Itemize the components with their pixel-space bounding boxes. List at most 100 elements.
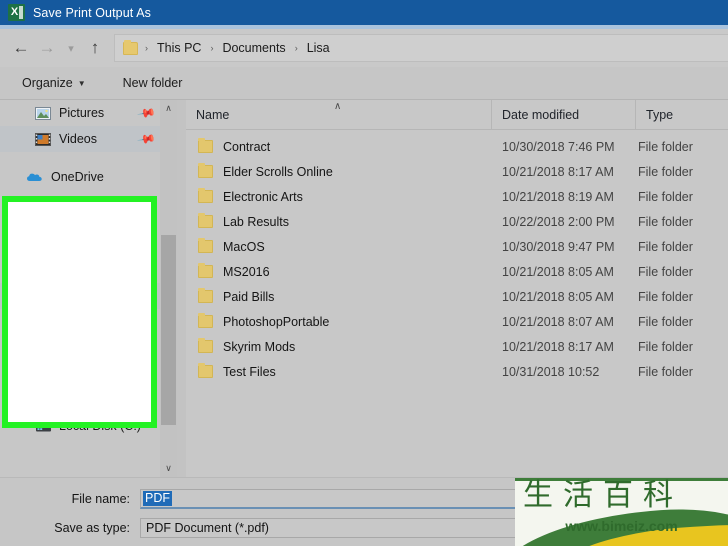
folder-icon bbox=[198, 263, 213, 278]
file-name-label: Paid Bills bbox=[223, 289, 275, 304]
folder-icon bbox=[198, 338, 213, 353]
sidebar-item-videos-quick[interactable]: Videos 📌 bbox=[0, 126, 176, 152]
folder-icon bbox=[198, 138, 213, 153]
dialog-footer: File name: PDF Save as type: PDF Documen… bbox=[0, 477, 728, 546]
file-name-cell: MacOS bbox=[186, 238, 492, 254]
title-bar: X Save Print Output As bbox=[0, 0, 728, 25]
sidebar-item-label: Pictures bbox=[59, 106, 105, 120]
file-date-cell: 10/21/2018 8:17 AM bbox=[502, 164, 614, 179]
chevron-down-icon[interactable]: ▾ bbox=[60, 33, 82, 63]
file-name-cell: Lab Results bbox=[186, 213, 492, 229]
breadcrumb-separator: › bbox=[145, 43, 148, 53]
file-date-cell: 10/31/2018 10:52 bbox=[502, 364, 600, 379]
table-row[interactable]: Paid Bills 10/21/2018 8:05 AM File folde… bbox=[186, 284, 728, 309]
table-row[interactable]: MacOS 10/30/2018 9:47 PM File folder bbox=[186, 234, 728, 259]
file-type-cell: File folder bbox=[638, 239, 693, 254]
up-arrow-icon[interactable]: ↑ bbox=[82, 33, 108, 63]
pictures-icon bbox=[34, 105, 52, 121]
save-as-type-value: PDF Document (*.pdf) bbox=[146, 521, 269, 535]
file-date-cell: 10/30/2018 9:47 PM bbox=[502, 239, 615, 254]
folder-icon bbox=[198, 238, 213, 253]
breadcrumb-separator: › bbox=[294, 43, 298, 53]
file-date-cell: 10/22/2018 2:00 PM bbox=[502, 214, 615, 229]
file-date-cell: 10/21/2018 8:07 AM bbox=[502, 314, 614, 329]
file-list-pane: ∧ Name Date modified Type Contract 10/30… bbox=[186, 99, 728, 477]
file-name-label: Lab Results bbox=[223, 214, 290, 229]
sidebar-item-onedrive[interactable]: OneDrive bbox=[0, 164, 176, 190]
new-folder-label: New folder bbox=[122, 76, 183, 90]
file-name-cell: Contract bbox=[186, 138, 492, 154]
file-date-cell: 10/21/2018 8:19 AM bbox=[502, 189, 614, 204]
file-type-cell: File folder bbox=[638, 264, 693, 279]
organize-label: Organize bbox=[22, 76, 73, 90]
file-name-input[interactable]: PDF bbox=[140, 489, 645, 509]
table-row[interactable]: Lab Results 10/22/2018 2:00 PM File fold… bbox=[186, 209, 728, 234]
file-date-cell: 10/21/2018 8:17 AM bbox=[502, 339, 614, 354]
file-name-cell: Test Files bbox=[186, 363, 492, 379]
column-header-row: ∧ Name Date modified Type bbox=[186, 99, 728, 130]
table-row[interactable]: Skyrim Mods 10/21/2018 8:17 AM File fold… bbox=[186, 334, 728, 359]
file-type-cell: File folder bbox=[638, 139, 693, 154]
scroll-up-icon[interactable]: ∧ bbox=[160, 100, 177, 117]
sidebar-item-pictures-quick[interactable]: Pictures 📌 bbox=[0, 100, 176, 126]
file-name-label: MS2016 bbox=[223, 264, 270, 279]
table-row[interactable]: Test Files 10/31/2018 10:52 File folder bbox=[186, 359, 728, 384]
forward-arrow-icon[interactable]: → bbox=[34, 33, 60, 63]
file-name-row: File name: PDF bbox=[0, 489, 645, 509]
window-title: Save Print Output As bbox=[33, 5, 152, 20]
file-name-value: PDF bbox=[143, 491, 172, 506]
file-type-cell: File folder bbox=[638, 339, 693, 354]
file-name-cell: Skyrim Mods bbox=[186, 338, 492, 354]
sort-ascending-icon: ∧ bbox=[334, 101, 342, 112]
file-date-cell: 10/21/2018 8:05 AM bbox=[502, 289, 614, 304]
table-row[interactable]: Elder Scrolls Online 10/21/2018 8:17 AM … bbox=[186, 159, 728, 184]
table-row[interactable]: MS2016 10/21/2018 8:05 AM File folder bbox=[186, 259, 728, 284]
save-as-type-row: Save as type: PDF Document (*.pdf) bbox=[0, 518, 645, 538]
folder-icon bbox=[198, 313, 213, 328]
file-name-label: PhotoshopPortable bbox=[223, 314, 330, 329]
organize-button[interactable]: Organize ▼ bbox=[22, 76, 86, 90]
file-rows: Contract 10/30/2018 7:46 PM File folder … bbox=[186, 130, 728, 384]
pin-icon[interactable]: 📌 bbox=[136, 103, 156, 123]
file-name-cell: Electronic Arts bbox=[186, 188, 492, 204]
table-row[interactable]: Electronic Arts 10/21/2018 8:19 AM File … bbox=[186, 184, 728, 209]
file-name-label: Contract bbox=[223, 139, 271, 154]
videos-icon bbox=[34, 131, 52, 147]
file-name-cell: Elder Scrolls Online bbox=[186, 163, 492, 179]
breadcrumb-item-lisa[interactable]: Lisa bbox=[305, 41, 332, 55]
new-folder-button[interactable]: New folder bbox=[123, 76, 183, 90]
file-name-label: MacOS bbox=[223, 239, 265, 254]
file-type-cell: File folder bbox=[638, 164, 693, 179]
file-type-cell: File folder bbox=[638, 289, 693, 304]
table-row[interactable]: Contract 10/30/2018 7:46 PM File folder bbox=[186, 134, 728, 159]
file-date-cell: 10/30/2018 7:46 PM bbox=[502, 139, 615, 154]
breadcrumb-item-documents[interactable]: Documents bbox=[220, 41, 287, 55]
command-toolbar: Organize ▼ New folder bbox=[0, 67, 728, 100]
file-date-cell: 10/21/2018 8:05 AM bbox=[502, 264, 614, 279]
column-header-type[interactable]: Type bbox=[636, 100, 728, 130]
breadcrumb[interactable]: › This PC › Documents › Lisa bbox=[114, 34, 728, 62]
file-name-label: Electronic Arts bbox=[223, 189, 303, 204]
folder-icon bbox=[198, 188, 213, 203]
scrollbar-thumb[interactable] bbox=[161, 235, 176, 425]
tree-gap bbox=[0, 152, 176, 164]
breadcrumb-separator: › bbox=[210, 43, 214, 53]
save-as-type-label: Save as type: bbox=[54, 521, 130, 535]
file-name-label: Skyrim Mods bbox=[223, 339, 296, 354]
column-header-date-modified[interactable]: Date modified bbox=[492, 99, 636, 130]
file-type-cell: File folder bbox=[638, 364, 693, 379]
chevron-down-icon: ▼ bbox=[77, 78, 86, 88]
scroll-down-icon[interactable]: ∨ bbox=[160, 460, 177, 477]
sidebar-item-label: Videos bbox=[59, 132, 97, 146]
save-as-type-select[interactable]: PDF Document (*.pdf) bbox=[140, 518, 645, 538]
back-arrow-icon[interactable]: ← bbox=[8, 33, 34, 63]
folder-icon bbox=[198, 288, 213, 303]
file-save-dialog: X Save Print Output As ← → ▾ ↑ › This PC… bbox=[0, 0, 728, 546]
onedrive-icon bbox=[26, 169, 44, 185]
breadcrumb-item-this-pc[interactable]: This PC bbox=[155, 41, 203, 55]
pin-icon[interactable]: 📌 bbox=[136, 129, 156, 149]
sidebar-scrollbar[interactable]: ∧ ∨ bbox=[160, 100, 177, 477]
file-type-cell: File folder bbox=[638, 189, 693, 204]
file-name-cell: Paid Bills bbox=[186, 288, 492, 304]
table-row[interactable]: PhotoshopPortable 10/21/2018 8:07 AM Fil… bbox=[186, 309, 728, 334]
